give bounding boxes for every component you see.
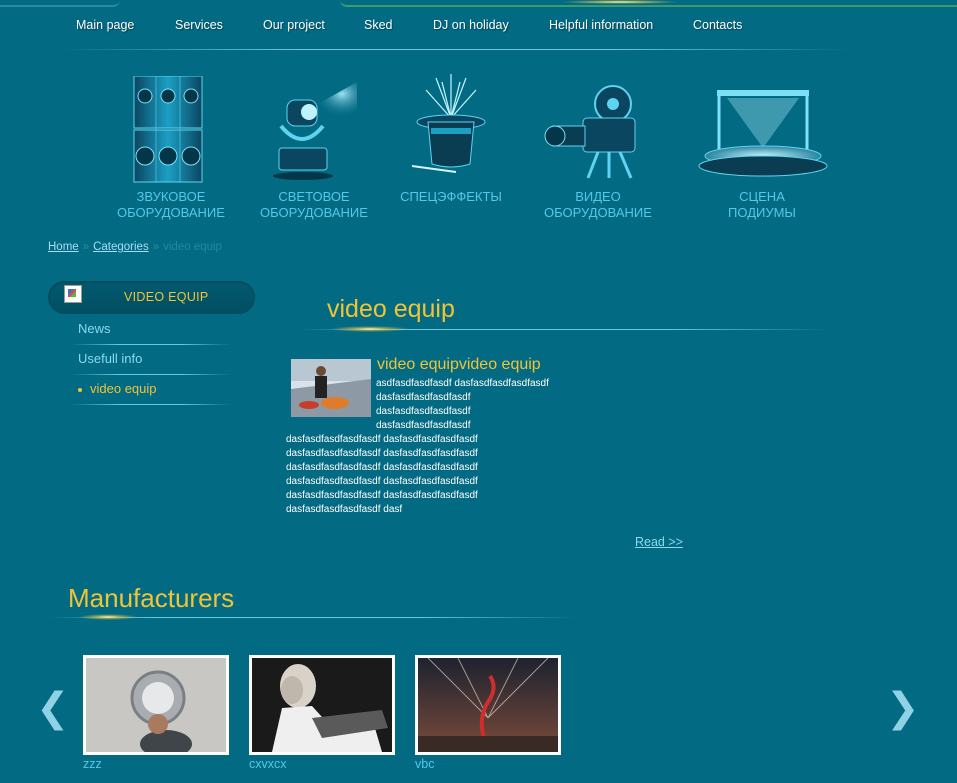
category-label-line1: СПЕЦЭФФЕКТЫ [400,189,502,204]
category-label-line2: ОБОРУДОВАНИЕ [117,205,225,220]
sidebar-divider [70,344,230,345]
manufacturer-caption[interactable]: zzz [83,757,102,771]
breadcrumb-separator: » [82,241,90,253]
nav-main-page[interactable]: Main page [76,18,134,32]
sidebar-divider [70,404,230,405]
breadcrumb: Home» Categories» video equip [48,241,222,253]
carousel-prev-icon[interactable]: ❮ [36,688,70,728]
sidebar-item-usefull-info[interactable]: Usefull info [78,351,142,366]
category-icon [64,285,82,303]
article-line: dasfasdfasdfasdfasdf dasfasdfasdfasdfasd… [286,476,478,487]
manufacturer-image [86,658,226,752]
sidebar-heading: VIDEO EQUIP [48,281,255,314]
breadcrumb-current: video equip [163,241,222,253]
category-label-line1: ВИДЕО [575,189,621,204]
sidebar-item-label: video equip [90,381,157,396]
article-line: dasfasdfasdfasdfasdf [376,420,471,431]
category-label-line1: СВЕТОВОЕ [278,189,350,204]
bullet-icon [78,387,82,392]
article-line: dasfasdfasdfasdfasdf dasf [286,504,403,515]
nav-sked[interactable]: Sked [364,18,393,32]
breadcrumb-home[interactable]: Home [48,241,79,253]
article-body-top: asdfasdfasdfasdf dasfasdfasdfasdfasdf da… [376,377,549,433]
article-line: dasfasdfasdfasdfasdf [376,406,471,417]
moving-head-light-icon [273,82,357,180]
manufacturer-caption[interactable]: vbc [415,757,434,771]
category-label-line2: ОБОРУДОВАНИЕ [260,205,368,220]
manufacturers-glow [78,614,138,620]
sidebar-heading-label: VIDEO EQUIP [124,290,209,304]
manufacturer-item[interactable] [83,655,229,755]
breadcrumb-categories[interactable]: Categories [93,241,149,253]
category-stage-podiums[interactable]: СЦЕНА ПОДИУМЫ [697,68,828,228]
article-body-bottom: dasfasdfasdfasdfasdf dasfasdfasdfasdfasd… [286,433,478,517]
sidebar-item-news[interactable]: News [78,321,111,336]
top-border [0,0,957,7]
nav-helpful-information[interactable]: Helpful information [549,18,653,32]
category-video-equipment[interactable]: ВИДЕО ОБОРУДОВАНИЕ [533,68,663,228]
manufacturer-image [418,658,558,752]
nav-our-project[interactable]: Our project [263,18,325,32]
carousel-next-icon[interactable]: ❯ [886,688,920,728]
category-label-line1: ЗВУКОВОЕ [136,189,206,204]
article-line: dasfasdfasdfasdfasdf dasfasdfasdfasdfasd… [286,434,478,445]
nav-contacts[interactable]: Contacts [693,18,742,32]
manufacturer-item[interactable] [249,655,395,755]
article-title[interactable]: video equipvideo equip [377,356,541,374]
manufacturer-caption[interactable]: cxvxcx [249,757,287,771]
sidebar-divider [70,374,230,375]
nav-divider [60,49,850,50]
page-title: video equip [327,295,455,323]
nav-dj-on-holiday[interactable]: DJ on holiday [433,18,509,32]
category-label-line2: ОБОРУДОВАНИЕ [544,205,652,220]
article-line: asdfasdfasdfasdf dasfasdfasdfasdfasdf [376,378,549,389]
title-glow [330,326,410,332]
film-camera-icon [544,85,636,179]
main-nav: Main page Services Our project Sked DJ o… [0,18,957,38]
article-line: dasfasdfasdfasdfasdf dasfasdfasdfasdfasd… [286,490,478,501]
category-label-line2: ПОДИУМЫ [728,205,796,220]
article-thumbnail[interactable] [291,359,371,417]
manufacturers-title: Manufacturers [68,583,235,613]
category-special-effects[interactable]: СПЕЦЭФФЕКТЫ [386,68,516,228]
stage-podium-icon [698,90,828,177]
manufacturer-item[interactable] [415,655,561,755]
speaker-stack-icon [133,76,203,183]
read-more-link[interactable]: Read >> [635,535,683,549]
article-line: dasfasdfasdfasdfasdf dasfasdfasdfasdfasd… [286,462,478,473]
article-line: dasfasdfasdfasdfasdf dasfasdfasdfasdfasd… [286,448,478,459]
magic-hat-fireworks-icon [411,74,486,173]
manufacturer-image [252,658,392,752]
category-sound-equipment[interactable]: ЗВУКОВОЕ ОБОРУДОВАНИЕ [106,68,236,228]
breadcrumb-separator: » [152,241,160,253]
category-light-equipment[interactable]: СВЕТОВОЕ ОБОРУДОВАНИЕ [249,68,379,228]
article-line: dasfasdfasdfasdfasdf [376,392,471,403]
nav-services[interactable]: Services [175,18,223,32]
sidebar-item-video-equip[interactable]: video equip [78,381,157,396]
category-label-line1: СЦЕНА [739,189,785,204]
